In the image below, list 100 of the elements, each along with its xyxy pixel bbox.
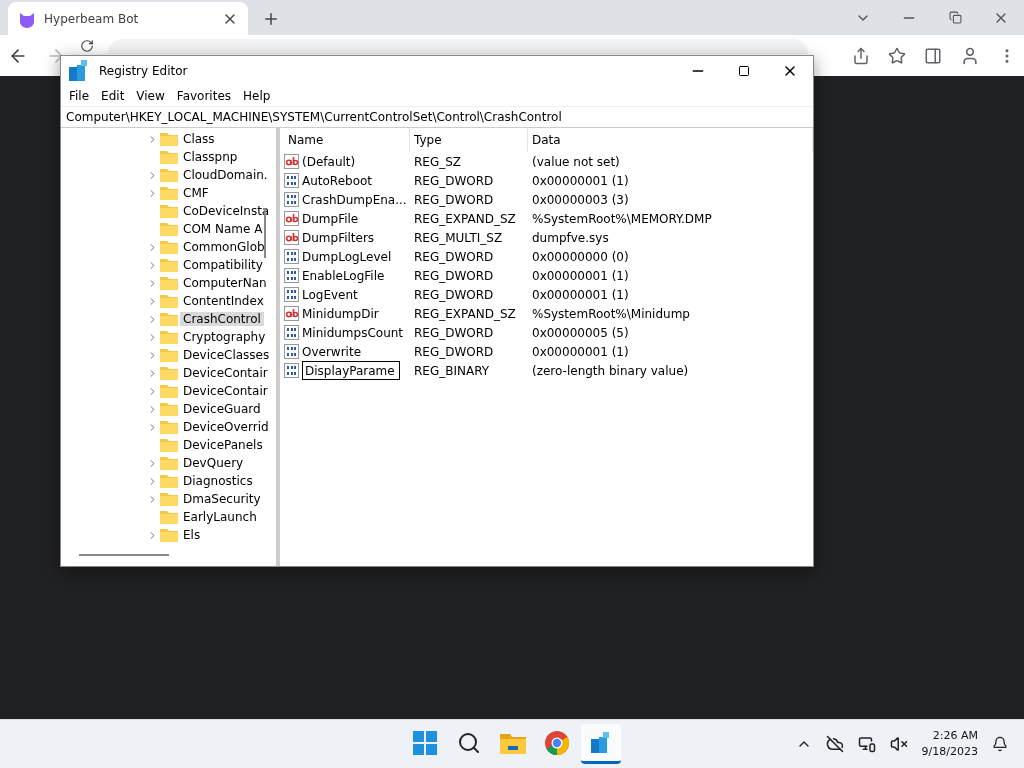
- address-field[interactable]: Computer\HKEY_LOCAL_MACHINE\SYSTEM\CurrentControlSet\Control\CrashControl: [61, 106, 813, 128]
- table-cell-text: %SystemRoot%\Minidump: [531, 305, 691, 323]
- new-tab-icon[interactable]: [262, 10, 280, 28]
- tree-item[interactable]: DeviceOverrid: [180, 420, 272, 434]
- tree-item[interactable]: Els: [180, 528, 204, 542]
- table-cell-text: 0x00000001 (1): [531, 286, 630, 304]
- binary-value-icon: [284, 192, 299, 207]
- binary-value-icon: [284, 173, 299, 188]
- reload-icon[interactable]: [80, 39, 94, 53]
- menu-item[interactable]: File: [63, 89, 96, 103]
- table-cell-text: REG_DWORD: [413, 172, 495, 190]
- tree-item[interactable]: ComputerNan: [180, 276, 270, 290]
- table-cell-text: REG_SZ: [413, 153, 463, 171]
- folder-icon: [160, 276, 178, 290]
- column-header[interactable]: Type: [410, 128, 528, 152]
- rename-field[interactable]: DisplayParame: [302, 361, 400, 380]
- table-cell-text: REG_BINARY: [413, 362, 491, 380]
- network-icon[interactable]: [857, 735, 876, 753]
- search-icon: [457, 730, 481, 755]
- tree-item[interactable]: Cryptography: [180, 330, 269, 344]
- value-name: DumpFile: [302, 211, 359, 226]
- tree-item[interactable]: EarlyLaunch: [180, 510, 260, 524]
- table-cell-text: REG_DWORD: [413, 324, 495, 342]
- folder-icon: [160, 240, 178, 254]
- folder-icon: [160, 132, 178, 146]
- value-name: MinidumpDir: [302, 306, 379, 321]
- menu-item[interactable]: View: [130, 89, 171, 103]
- folder-icon: [160, 186, 178, 200]
- folder-icon: [160, 150, 178, 164]
- folder-icon: [160, 258, 178, 272]
- tree-item[interactable]: ContentIndex: [180, 294, 267, 308]
- cloud-off-icon[interactable]: [825, 735, 844, 753]
- table-cell-text: 0x00000003 (3): [531, 191, 630, 209]
- folder-icon: [160, 204, 178, 218]
- folder-icon: [160, 348, 178, 362]
- table-cell-text: 0x00000001 (1): [531, 343, 630, 361]
- binary-value-icon: [284, 268, 299, 283]
- tree-item[interactable]: CloudDomain.: [180, 168, 271, 182]
- tree-item[interactable]: CrashControl: [180, 312, 264, 326]
- string-value-icon: [284, 230, 299, 245]
- table-cell-text: REG_DWORD: [413, 286, 495, 304]
- clock-time: 2:26 AM: [932, 728, 978, 744]
- scrollbar-thumb[interactable]: [79, 554, 169, 556]
- value-name: MinidumpsCount: [302, 325, 404, 340]
- table-cell-text: 0x00000001 (1): [531, 172, 630, 190]
- side-panel-icon[interactable]: [924, 46, 942, 65]
- tree-item[interactable]: DmaSecurity: [180, 492, 264, 506]
- column-header[interactable]: Data: [528, 128, 813, 152]
- tree-item[interactable]: COM Name A: [180, 222, 266, 236]
- tree-item[interactable]: DeviceContair: [180, 384, 271, 398]
- folder-icon: [160, 438, 178, 452]
- tree-item[interactable]: DeviceContair: [180, 366, 271, 380]
- table-cell-text: REG_EXPAND_SZ: [413, 305, 517, 323]
- tree-item[interactable]: CMF: [180, 186, 212, 200]
- tab-title: Hyperbeam Bot: [44, 11, 140, 26]
- column-header[interactable]: Name: [284, 128, 410, 152]
- string-value-icon: [284, 211, 299, 226]
- table-cell-text: 0x00000000 (0): [531, 248, 630, 266]
- notification-bell-icon[interactable]: [992, 736, 1008, 752]
- value-name: (Default): [302, 154, 356, 169]
- windows-logo-icon: [413, 730, 437, 755]
- binary-value-icon: [284, 249, 299, 264]
- tree-item[interactable]: Classpnp: [180, 150, 241, 164]
- value-name: Overwrite: [302, 344, 362, 359]
- tree-item[interactable]: Compatibility: [180, 258, 266, 272]
- folder-icon: [500, 731, 526, 754]
- menu-item[interactable]: Favorites: [170, 89, 238, 103]
- folder-icon: [160, 294, 178, 308]
- binary-value-icon: [284, 363, 299, 378]
- binary-value-icon: [284, 344, 299, 359]
- share-icon[interactable]: [852, 46, 870, 65]
- scrollbar-thumb[interactable]: [264, 208, 266, 258]
- table-cell-text: REG_EXPAND_SZ: [413, 210, 517, 228]
- tree-item[interactable]: Class: [180, 132, 218, 146]
- table-cell-text: 0x00000001 (1): [531, 267, 630, 285]
- browser-tab[interactable]: Hyperbeam Bot: [8, 2, 248, 35]
- value-name: DumpLogLevel: [302, 249, 392, 264]
- folder-icon: [160, 492, 178, 506]
- tree-item[interactable]: Diagnostics: [180, 474, 256, 488]
- profile-icon[interactable]: [960, 45, 980, 66]
- tree-item[interactable]: DeviceGuard: [180, 402, 264, 416]
- tree-item[interactable]: DevicePanels: [180, 438, 266, 452]
- volume-muted-icon[interactable]: [889, 735, 908, 753]
- window-title: Registry Editor: [99, 64, 188, 78]
- table-cell-text: dumpfve.sys: [531, 229, 610, 247]
- table-cell-text: REG_DWORD: [413, 191, 495, 209]
- table-cell-text: (zero-length binary value): [531, 362, 690, 380]
- menu-item[interactable]: Help: [237, 89, 277, 103]
- table-cell-text: 0x00000005 (5): [531, 324, 630, 342]
- tree-item[interactable]: DevQuery: [180, 456, 247, 470]
- restore-icon[interactable]: [948, 11, 962, 24]
- tree-item[interactable]: DeviceClasses: [180, 348, 273, 362]
- folder-icon: [160, 510, 178, 524]
- maximize-icon[interactable]: [738, 65, 750, 77]
- table-cell-text: REG_DWORD: [413, 267, 495, 285]
- tree-item[interactable]: CommonGlob: [180, 240, 268, 254]
- tree-item[interactable]: CoDeviceInsta: [180, 204, 273, 218]
- menu-item[interactable]: Edit: [95, 89, 131, 103]
- bookmark-star-icon[interactable]: [888, 46, 906, 65]
- string-value-icon: [284, 154, 299, 169]
